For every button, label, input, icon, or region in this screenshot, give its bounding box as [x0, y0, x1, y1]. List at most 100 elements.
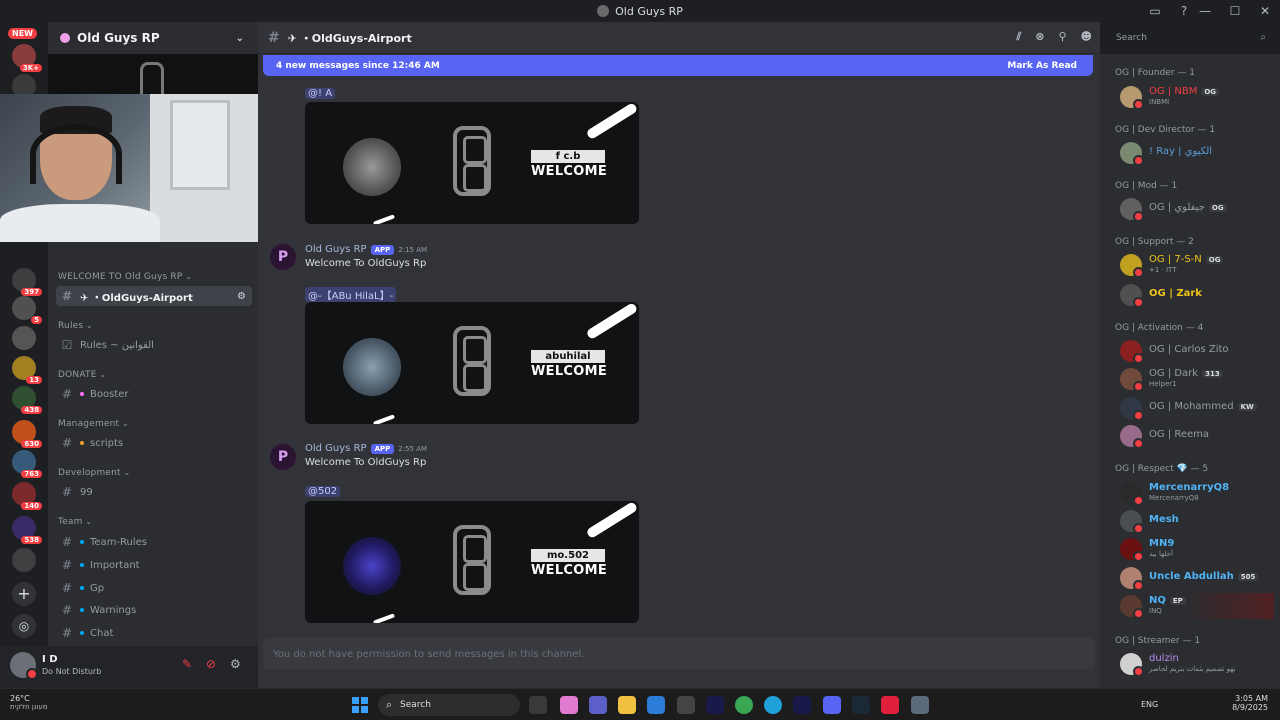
user-mention[interactable]: @! A: [305, 88, 336, 99]
steam-icon[interactable]: [852, 696, 870, 714]
avatar: [1120, 198, 1144, 222]
notifications-muted-icon[interactable]: ⊗: [1035, 30, 1044, 44]
welcome-card[interactable]: mo.502 WELCOME: [305, 501, 639, 623]
category-development[interactable]: Development: [58, 468, 130, 478]
og-logo: [453, 126, 491, 196]
members-icon[interactable]: ☻: [1081, 30, 1092, 44]
author-name[interactable]: Old Guys RP: [305, 244, 367, 255]
user-mention[interactable]: @-【ABu HilaL】-: [305, 287, 397, 302]
category-management[interactable]: Management: [58, 419, 129, 429]
category-donate[interactable]: DONATE: [58, 370, 106, 380]
github-icon[interactable]: [677, 696, 695, 714]
taskbar-search[interactable]: Search: [378, 694, 520, 716]
language-indicator[interactable]: ENG: [1141, 700, 1158, 709]
hash-icon: #: [61, 387, 73, 401]
channel-settings-icon[interactable]: ⚙: [237, 291, 246, 302]
copilot-icon[interactable]: [560, 696, 578, 714]
welcome-card[interactable]: f c.b WELCOME: [305, 102, 639, 224]
channel-rules[interactable]: ☑ Rules ~ القوانين: [56, 335, 252, 355]
after-effects-icon[interactable]: [706, 696, 724, 714]
server-item[interactable]: 438: [12, 386, 42, 414]
inbox-icon[interactable]: ▭: [1147, 3, 1163, 19]
avatar[interactable]: [10, 652, 38, 680]
server-item[interactable]: [12, 548, 36, 572]
server-name: Old Guys RP: [77, 31, 160, 45]
new-messages-bar[interactable]: 4 new messages since 12:46 AM Mark As Re…: [263, 55, 1093, 76]
channel-team-rules[interactable]: # Team-Rules: [56, 532, 252, 552]
channel-label: Team-Rules: [90, 536, 148, 548]
channel-warnings[interactable]: # Warnings: [56, 600, 252, 620]
headphones-muted-icon[interactable]: ⊘: [206, 657, 216, 671]
server-item[interactable]: 630: [12, 420, 42, 448]
store-icon[interactable]: [647, 696, 665, 714]
author-name[interactable]: Old Guys RP: [305, 443, 367, 454]
app-badge: APP: [370, 443, 395, 454]
task-view-icon[interactable]: [529, 696, 547, 714]
bot-avatar[interactable]: P: [270, 244, 296, 270]
add-server-icon[interactable]: +: [12, 582, 36, 606]
search-input[interactable]: Search ⌕: [1110, 28, 1272, 48]
channel-important[interactable]: # Important: [56, 555, 252, 575]
server-item[interactable]: 5: [12, 296, 42, 324]
diamond-icon: [80, 631, 84, 635]
diamond-icon: [80, 586, 84, 590]
channel-scripts[interactable]: # scripts: [56, 433, 252, 453]
clock-date: 8/9/2025: [1232, 703, 1268, 712]
user-mention[interactable]: @502: [305, 486, 341, 497]
channel-label: Warnings: [90, 604, 137, 616]
file-explorer-icon[interactable]: [618, 696, 636, 714]
discord-icon[interactable]: [823, 696, 841, 714]
avatar: [1120, 482, 1144, 506]
chrome-icon[interactable]: [735, 696, 753, 714]
close-icon[interactable]: ✕: [1250, 4, 1280, 18]
message-header: Old Guys RP APP 2:15 AM: [305, 244, 427, 255]
header-tools: ⫽ ⊗ ⚲ ☻: [1016, 30, 1092, 44]
avatar: [1120, 595, 1144, 619]
member-name: OG | Dark 313: [1149, 368, 1223, 379]
server-item[interactable]: 397: [12, 268, 42, 296]
category-team[interactable]: Team: [58, 517, 92, 527]
server-item[interactable]: 140: [12, 482, 42, 510]
member-activity: أحلها بيد: [1149, 550, 1173, 558]
channel-oldguys-airport[interactable]: # ✈ ・OldGuys-Airport ⚙: [56, 286, 252, 306]
member-activity: بهو تصميم بثمات بتريم لحاصر: [1149, 665, 1236, 673]
server-item[interactable]: 3K+: [12, 44, 42, 72]
settings-icon[interactable]: [911, 696, 929, 714]
maximize-icon[interactable]: ☐: [1220, 4, 1250, 18]
mic-muted-icon[interactable]: ✎: [182, 657, 192, 671]
server-item[interactable]: 13: [12, 356, 42, 384]
member-name: OG | Carlos Zito: [1149, 344, 1229, 355]
card-member-name: f c.b: [531, 150, 605, 163]
category-welcome[interactable]: WELCOME TO Old Guys RP: [58, 272, 192, 282]
windows-taskbar: 26°C מעונן חלקית Search ENG 3:05 AM 8/9/…: [0, 688, 1280, 720]
channel-booster[interactable]: # Booster: [56, 384, 252, 404]
app-icon[interactable]: [881, 696, 899, 714]
edge-icon[interactable]: [764, 696, 782, 714]
minimize-icon[interactable]: —: [1190, 4, 1220, 18]
user-settings-icon[interactable]: ⚙: [230, 657, 241, 671]
channel-gp[interactable]: # Gp: [56, 578, 252, 598]
server-item[interactable]: [12, 326, 36, 350]
teams-icon[interactable]: [589, 696, 607, 714]
category-rules[interactable]: Rules: [58, 321, 93, 331]
premiere-icon[interactable]: [793, 696, 811, 714]
mark-as-read-button[interactable]: Mark As Read: [1007, 61, 1077, 71]
server-header[interactable]: Old Guys RP ⌄: [48, 22, 258, 54]
channel-99[interactable]: # 99: [56, 482, 252, 502]
welcome-card[interactable]: abuhilal WELCOME: [305, 302, 639, 424]
threads-icon[interactable]: ⫽: [1016, 30, 1021, 44]
member-name: OG | جيفلوي OG: [1149, 202, 1227, 213]
brush-stroke: [585, 302, 639, 341]
member-item[interactable]: NQ EP INQ: [1118, 593, 1274, 619]
pin-icon[interactable]: ⚲: [1058, 30, 1066, 44]
server-item[interactable]: 538: [12, 516, 42, 544]
explore-icon[interactable]: ◎: [12, 614, 36, 638]
system-clock[interactable]: 3:05 AM 8/9/2025: [1232, 694, 1268, 712]
weather-widget[interactable]: 26°C מעונן חלקית: [10, 694, 48, 711]
start-icon[interactable]: [352, 697, 368, 713]
member-name: Mesh: [1149, 514, 1179, 525]
server-item[interactable]: 763: [12, 450, 42, 478]
bot-avatar[interactable]: P: [270, 444, 296, 470]
message-text: Welcome To OldGuys Rp: [305, 457, 427, 468]
channel-chat[interactable]: # Chat: [56, 623, 252, 643]
